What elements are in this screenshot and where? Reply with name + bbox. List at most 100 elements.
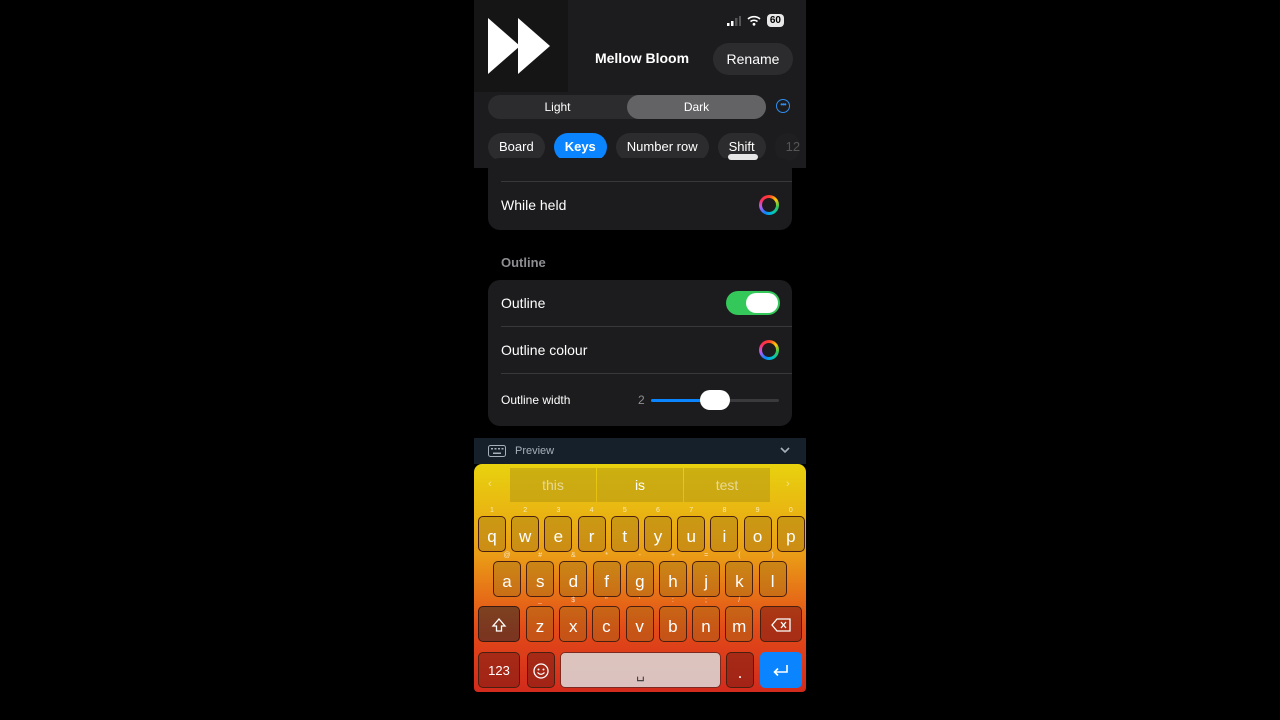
rename-button[interactable]: Rename xyxy=(713,43,793,75)
outline-width-row: Outline width 2 xyxy=(488,377,792,423)
key-label: p xyxy=(786,527,796,546)
slider-thumb[interactable] xyxy=(700,390,730,410)
phone-screen: 60 Mellow Bloom Rename Light Dark ••• Bo… xyxy=(474,0,806,720)
chevron-left-icon: ‹ xyxy=(488,478,492,490)
key-e[interactable]: 3e xyxy=(544,507,573,552)
key-m[interactable]: / m xyxy=(725,597,754,642)
preview-bar[interactable]: Preview xyxy=(474,438,806,464)
tab-number-row[interactable]: Number row xyxy=(615,133,709,161)
key-hint: : xyxy=(671,597,674,604)
key-hint: 0 xyxy=(788,507,793,514)
key-n[interactable]: ; n xyxy=(692,597,720,642)
key-d[interactable]: & d xyxy=(559,552,588,597)
key-label: m xyxy=(732,617,747,636)
space-key[interactable]: ␣ xyxy=(560,652,721,688)
key-b[interactable]: :b xyxy=(658,597,687,642)
key-g[interactable]: -g xyxy=(625,552,654,597)
return-icon xyxy=(773,665,788,677)
backspace-icon xyxy=(771,618,791,632)
key-hint: ) xyxy=(771,552,774,559)
key-r[interactable]: 4r xyxy=(577,507,606,552)
theme-name: Mellow Bloom xyxy=(594,50,690,66)
divider xyxy=(501,373,792,374)
key-x[interactable]: $ x xyxy=(559,597,588,642)
key-p[interactable]: 0p xyxy=(776,507,805,552)
key-a[interactable]: @ a xyxy=(493,552,521,597)
key-label: l xyxy=(770,572,775,591)
key-hint: * xyxy=(605,552,608,559)
tab-keys[interactable]: Keys xyxy=(553,133,607,161)
key-label: k xyxy=(735,572,744,591)
key-hint: _ xyxy=(538,597,542,604)
key-label: z xyxy=(535,617,545,636)
key-label: e xyxy=(553,527,564,546)
key-y[interactable]: 6y xyxy=(644,507,672,552)
period-key[interactable]: . xyxy=(726,652,754,688)
key-press-card: While held xyxy=(488,154,792,230)
backspace-key[interactable] xyxy=(760,606,802,642)
return-key[interactable] xyxy=(760,652,802,688)
tab-board[interactable]: Board xyxy=(488,133,545,161)
key-label: j xyxy=(704,572,709,591)
key-label: r xyxy=(588,527,595,546)
outline-row: Outline xyxy=(488,280,792,326)
outline-width-label: Outline width xyxy=(501,393,571,407)
key-o[interactable]: 9o xyxy=(743,507,772,552)
color-wheel-icon[interactable] xyxy=(759,195,779,215)
suggestion-bar: ‹ this is test › xyxy=(474,464,806,506)
emoji-key[interactable] xyxy=(527,652,555,688)
key-u[interactable]: 7u xyxy=(677,507,706,552)
key-hint: 1 xyxy=(490,507,494,514)
numbers-key[interactable]: 123 xyxy=(478,652,520,688)
key-h[interactable]: + h xyxy=(659,552,687,597)
more-options-icon[interactable]: ••• xyxy=(776,99,790,113)
while-held-row[interactable]: While held xyxy=(488,182,792,228)
shift-key[interactable] xyxy=(478,606,520,642)
appearance-segmented-control: Light Dark xyxy=(488,95,766,119)
outline-colour-row[interactable]: Outline colour xyxy=(488,327,792,373)
key-s[interactable]: # s xyxy=(526,552,555,597)
key-v[interactable]: ' v xyxy=(625,597,654,642)
suggestion-item[interactable]: test xyxy=(684,468,770,502)
key-hint: $ xyxy=(571,597,576,604)
key-l[interactable]: ) l xyxy=(758,552,787,597)
wifi-icon xyxy=(747,15,761,26)
key-f[interactable]: * f xyxy=(592,552,621,597)
key-c[interactable]: " c xyxy=(592,597,621,642)
outline-toggle[interactable] xyxy=(726,291,780,315)
key-w[interactable]: 2w xyxy=(511,507,540,552)
outline-colour-label: Outline colour xyxy=(501,342,588,358)
key-i[interactable]: 8i xyxy=(710,507,739,552)
key-z[interactable]: _ z xyxy=(526,597,554,642)
key-label: i xyxy=(722,527,727,546)
status-bar: 60 xyxy=(726,14,784,27)
chevron-right-icon: › xyxy=(786,478,790,490)
color-wheel-icon[interactable] xyxy=(759,340,779,360)
key-label: a xyxy=(502,572,512,591)
key-k[interactable]: (k xyxy=(725,552,754,597)
outline-label: Outline xyxy=(501,295,546,311)
key-label: t xyxy=(622,527,628,546)
key-hint: ' xyxy=(638,597,641,604)
key-hint: 2 xyxy=(523,507,528,514)
key-hint: ( xyxy=(738,552,741,559)
key-hint: 6 xyxy=(656,507,660,514)
emoji-icon xyxy=(533,663,549,679)
suggestion-item[interactable]: this xyxy=(510,468,596,502)
key-label: f xyxy=(604,572,609,591)
shift-icon xyxy=(491,618,507,632)
settings-list[interactable]: While held Outline Outline Outline colou… xyxy=(474,154,806,438)
segment-dark[interactable]: Dark xyxy=(627,95,766,119)
key-t[interactable]: 5t xyxy=(610,507,639,552)
chevron-down-icon[interactable] xyxy=(778,443,792,457)
segment-light[interactable]: Light xyxy=(488,95,627,119)
key-q[interactable]: 1q xyxy=(478,507,506,552)
key-hint: " xyxy=(605,597,608,604)
tab-12[interactable]: 12 xyxy=(774,133,801,161)
outline-section-title: Outline xyxy=(501,255,546,270)
suggestion-item[interactable]: is xyxy=(597,468,683,502)
key-label: n xyxy=(701,617,711,636)
outline-width-slider[interactable] xyxy=(651,390,779,410)
key-j[interactable]: = j xyxy=(692,552,721,597)
key-hint: 7 xyxy=(689,507,694,514)
